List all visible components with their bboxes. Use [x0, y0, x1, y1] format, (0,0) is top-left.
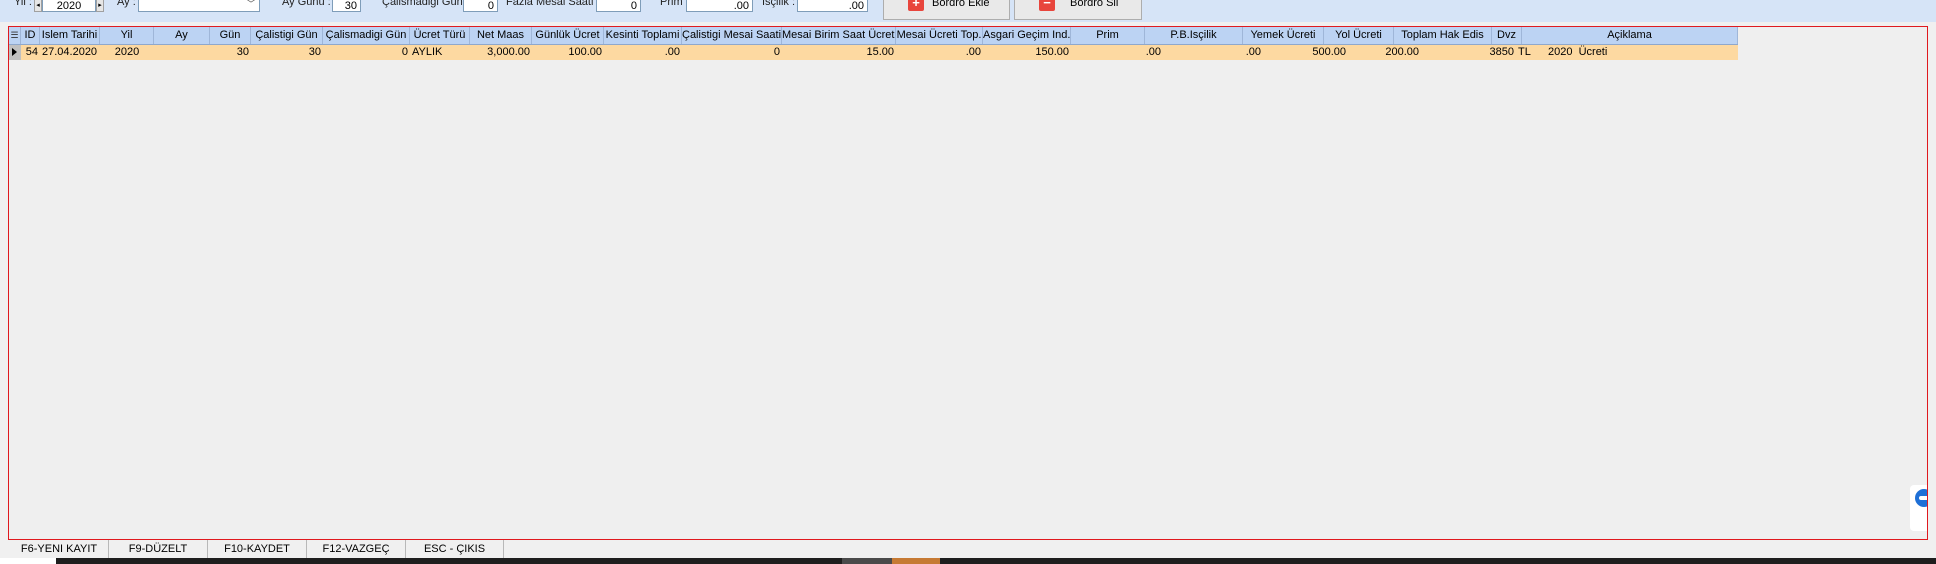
minus-icon: −	[1039, 0, 1055, 11]
fazla-mesai-input[interactable]: 0	[596, 0, 641, 12]
yil-increment-button[interactable]: ▸	[96, 0, 104, 12]
toolbar: Yil : ◂ 2020 ▸ Ay : ﹀ Ay Günü : 30 Çalis…	[0, 0, 1936, 22]
col-mesai-ucreti-top[interactable]: Mesai Ücreti Top.	[896, 27, 983, 44]
col-pb-iscilik[interactable]: P.B.Isçilik	[1145, 27, 1243, 44]
teamviewer-tab[interactable]	[1910, 485, 1927, 531]
iscilik-label: Isçilik :	[762, 0, 795, 8]
shortcut-bar: F6-YENI KAYIT F9-DÜZELT F10-KAYDET F12-V…	[0, 540, 1936, 558]
ay-label: Ay :	[117, 0, 136, 8]
taskbar-segment	[940, 558, 1936, 564]
calismadigi-gun-label: Çalismadigi Gün :	[382, 0, 469, 8]
col-prim[interactable]: Prim	[1071, 27, 1145, 44]
bordro-sil-label: Bordro Sil	[1070, 0, 1119, 9]
iscilik-input[interactable]: .00	[797, 0, 868, 12]
col-calistigi-mesai-saati[interactable]: Çalistigi Mesai Saati	[682, 27, 782, 44]
cell-ucret-turu: AYLIK	[412, 46, 443, 58]
col-yemek-ucreti[interactable]: Yemek Ücreti	[1243, 27, 1324, 44]
cell-ay	[154, 45, 210, 60]
fazla-mesai-label: Fazla Mesai Saati :	[506, 0, 600, 8]
cell-calistigi-gun: 30	[308, 46, 321, 58]
yil-input[interactable]: 2020	[42, 0, 96, 12]
cell-yil: 2020	[114, 46, 140, 58]
bordro-ekle-button[interactable]: + Bordro Ekle	[883, 0, 1010, 20]
col-yil[interactable]: Yil	[100, 27, 154, 44]
row-indicator	[9, 45, 21, 60]
col-net-maas[interactable]: Net Maas	[470, 27, 532, 44]
shortcut-esc-exit[interactable]: ESC - ÇIKIS	[406, 540, 504, 558]
col-calistigi-gun[interactable]: Çalistigi Gün	[251, 27, 323, 44]
ay-gunu-label: Ay Günü :	[282, 0, 331, 8]
shortcut-f10-save[interactable]: F10-KAYDET	[208, 540, 307, 558]
ay-select[interactable]	[138, 0, 260, 12]
calismadigi-gun-input[interactable]: 0	[463, 0, 498, 12]
col-mesai-birim-saat-ucreti[interactable]: Mesai Birim Saat Ücreti	[782, 27, 896, 44]
taskbar-edge	[0, 558, 1936, 564]
col-kesinti-toplami[interactable]: Kesinti Toplami	[604, 27, 682, 44]
teamviewer-icon	[1915, 489, 1927, 507]
cell-mesai-birim-saat-ucreti: 15.00	[866, 46, 894, 58]
col-aciklama[interactable]: Açiklama	[1522, 27, 1738, 44]
bordro-grid[interactable]: ☰ ID Islem Tarihi Yil Ay Gün Çalistigi G…	[8, 26, 1928, 540]
column-chooser-icon[interactable]: ☰	[9, 27, 21, 44]
grid-header: ☰ ID Islem Tarihi Yil Ay Gün Çalistigi G…	[9, 27, 1738, 45]
col-calismadigi-gun[interactable]: Çalismadigi Gün	[323, 27, 410, 44]
yil-label: Yil :	[14, 0, 32, 8]
col-dvz[interactable]: Dvz	[1492, 27, 1522, 44]
cell-aciklama: 2020 Ücreti	[1548, 46, 1608, 58]
cell-asgari-gecim-ind: 150.00	[1035, 46, 1069, 58]
prim-input[interactable]: .00	[686, 0, 753, 12]
cell-calismadigi-gun: 0	[401, 46, 408, 58]
col-toplam-hak-edis[interactable]: Toplam Hak Edis	[1394, 27, 1492, 44]
col-asgari-gecim-ind[interactable]: Asgari Geçim Ind.	[983, 27, 1071, 44]
cell-toplam-hak-edis: 3850	[1489, 46, 1514, 58]
shortcut-f12-cancel[interactable]: F12-VAZGEÇ	[307, 540, 406, 558]
taskbar-segment	[892, 558, 940, 564]
cell-islem-tarihi: 27.04.2020	[42, 46, 98, 58]
prim-label: Prim :	[660, 0, 689, 8]
col-yol-ucreti[interactable]: Yol Ücreti	[1324, 27, 1394, 44]
bordro-sil-button[interactable]: − Bordro Sil	[1014, 0, 1142, 20]
taskbar-segment	[56, 558, 842, 564]
col-islem-tarihi[interactable]: Islem Tarihi	[40, 27, 100, 44]
cell-id: 54	[25, 46, 38, 58]
yil-decrement-button[interactable]: ◂	[34, 0, 42, 12]
cell-dvz: TL	[1518, 46, 1531, 58]
cell-mesai-ucreti-top: .00	[965, 46, 981, 58]
triangle-right-icon	[12, 48, 17, 56]
bordro-ekle-label: Bordro Ekle	[932, 0, 990, 9]
shortcut-f6-new[interactable]: F6-YENI KAYIT	[10, 540, 109, 558]
cell-gunluk-ucret: 100.00	[568, 46, 602, 58]
cell-gun: 30	[236, 46, 249, 58]
col-ay[interactable]: Ay	[154, 27, 210, 44]
table-row[interactable]: 54 27.04.2020 2020 30 30 0 AYLIK 3,000.0…	[9, 45, 1738, 60]
cell-kesinti-toplami: .00	[664, 46, 680, 58]
cell-calistigi-mesai-saati: 0	[773, 46, 780, 58]
shortcut-f9-edit[interactable]: F9-DÜZELT	[109, 540, 208, 558]
col-gunluk-ucret[interactable]: Günlük Ücret	[532, 27, 604, 44]
cell-net-maas: 3,000.00	[487, 46, 530, 58]
plus-icon: +	[908, 0, 924, 11]
col-id[interactable]: ID	[21, 27, 40, 44]
chevron-down-icon[interactable]: ﹀	[244, 0, 258, 12]
taskbar-segment	[842, 558, 892, 564]
ay-gunu-input[interactable]: 30	[332, 0, 361, 12]
col-ucret-turu[interactable]: Ücret Türü	[410, 27, 470, 44]
col-gun[interactable]: Gün	[210, 27, 251, 44]
